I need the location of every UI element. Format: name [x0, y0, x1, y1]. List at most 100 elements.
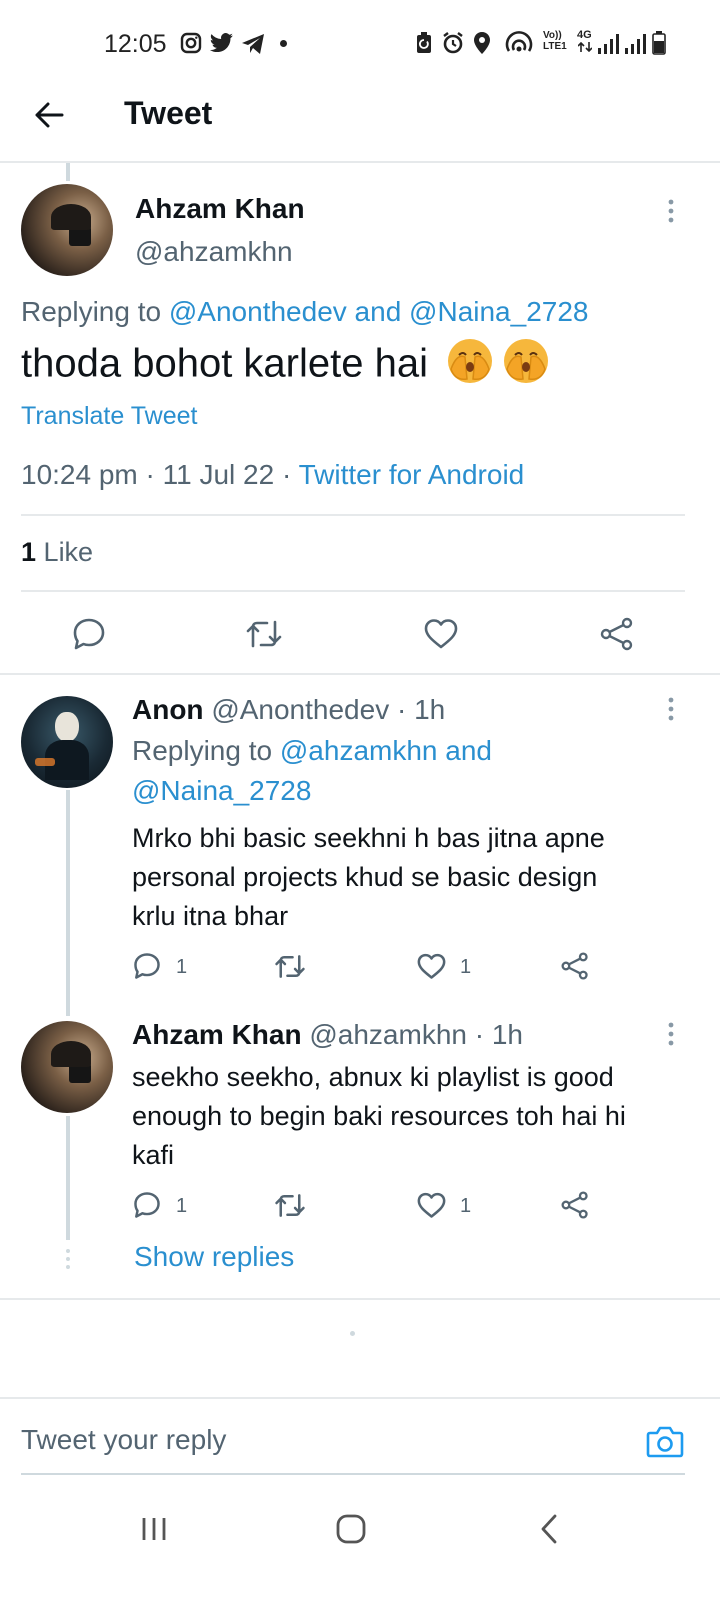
reply-count: 1 [176, 956, 188, 978]
data-arrows-icon [578, 42, 592, 52]
thread-dots-icon [63, 1248, 73, 1270]
author-handle[interactable]: @ahzamkhn [309, 1019, 467, 1050]
tweet-time: 10:24 pm [21, 459, 138, 490]
like-icon[interactable] [424, 618, 458, 650]
retweet-icon[interactable] [245, 618, 283, 650]
like-count: 1 [460, 1195, 472, 1217]
avatar[interactable] [21, 696, 113, 788]
avatar[interactable] [21, 1021, 113, 1113]
more-options-icon[interactable] [664, 1021, 678, 1047]
thread-divider [0, 1298, 720, 1300]
author-name[interactable]: Anon [132, 694, 204, 725]
hotspot-icon [505, 31, 533, 55]
battery-saver-icon [416, 32, 432, 54]
mention-link[interactable]: @Naina_2728 [132, 775, 311, 807]
mention-link[interactable]: @ahzamkhn and [280, 735, 492, 766]
like-icon[interactable] [417, 1192, 446, 1219]
page-title: Tweet [124, 95, 213, 131]
show-replies-link[interactable]: Show replies [134, 1241, 294, 1273]
actions-divider [0, 673, 720, 675]
reply-text-line: Mrko bhi basic seekhni h bas jitna apne [132, 823, 605, 853]
reply-text-line: kafi [132, 1140, 175, 1170]
reply-age: 1h [414, 694, 446, 725]
instagram-icon [180, 32, 202, 54]
telegram-icon [241, 33, 265, 55]
twitter-icon [209, 33, 234, 54]
tweet-text-body: thoda bohot karlete hai [21, 341, 428, 386]
meta-separator: · [145, 459, 163, 490]
reply-age: 1h [491, 1019, 524, 1050]
navigation-bar [0, 1490, 720, 1600]
reply-icon[interactable] [72, 617, 106, 651]
thread-line [66, 1116, 70, 1240]
tweet-meta: 10:24 pm · 11 Jul 22 · Twitter for Andro… [21, 459, 524, 491]
reply-count: 1 [176, 1195, 188, 1217]
network-type-label: 4G [577, 29, 592, 41]
tweet-date: 11 Jul 22 [162, 459, 275, 490]
reply-text-line: krlu itna bhar [132, 901, 289, 931]
alarm-icon [441, 31, 465, 55]
like-count: 1 [460, 956, 472, 978]
compose-top-divider [0, 1397, 720, 1399]
back-nav-icon[interactable] [538, 1513, 560, 1545]
like-icon[interactable] [417, 953, 446, 980]
notification-dot-icon [280, 40, 287, 47]
reply-header: Ahzam Khan @ahzamkhn · 1h [132, 1019, 523, 1051]
reply-text: Mrko bhi basic seekhni h bas jitna apne … [132, 819, 605, 936]
retweet-icon[interactable] [274, 953, 306, 980]
reply-text: seekho seekho, abnux ki playlist is good… [132, 1058, 626, 1175]
translate-tweet-link[interactable]: Translate Tweet [21, 402, 197, 431]
replying-to: Replying to @Anonthedev and @Naina_2728 [21, 296, 589, 328]
signal-strength-icon-2 [625, 32, 647, 54]
author-handle[interactable]: @Anonthedev [211, 694, 389, 725]
replying-prefix: Replying to [132, 735, 273, 766]
back-arrow-icon[interactable] [32, 98, 66, 132]
signal-strength-icon [598, 32, 620, 54]
author-name[interactable]: Ahzam Khan [132, 1019, 302, 1050]
retweet-icon[interactable] [274, 1192, 306, 1219]
recent-apps-icon[interactable] [140, 1516, 168, 1542]
reply-compose-placeholder: Tweet your reply [21, 1424, 227, 1455]
location-icon [473, 31, 491, 55]
header-divider [0, 161, 720, 163]
reply-icon[interactable] [133, 1191, 161, 1219]
reply-text-line: seekho seekho, abnux ki playlist is good [132, 1062, 614, 1092]
meta-divider [21, 514, 685, 516]
share-icon[interactable] [560, 952, 590, 980]
author-name[interactable]: Ahzam Khan [135, 193, 305, 225]
likes-count: 1 [21, 537, 37, 567]
meta-separator: · [396, 694, 407, 725]
tweet-source-link[interactable]: Twitter for Android [299, 459, 525, 490]
more-options-icon[interactable] [664, 198, 678, 224]
more-options-icon[interactable] [664, 696, 678, 722]
thread-line [66, 790, 70, 1016]
replying-prefix: Replying to [21, 296, 162, 327]
reply-header: Anon @Anonthedev · 1h [132, 694, 445, 726]
mention-link[interactable]: @Naina_2728 [409, 296, 588, 327]
share-icon[interactable] [560, 1191, 590, 1219]
status-bar: 12:05 Vo)) LTE1 4G [0, 0, 720, 80]
status-time: 12:05 [104, 30, 167, 58]
share-icon[interactable] [599, 617, 635, 651]
peeking-emoji [445, 337, 555, 395]
replying-to: Replying to @ahzamkhn and [132, 735, 492, 767]
meta-separator: · [281, 459, 299, 490]
likes-divider [21, 590, 685, 592]
mention-link[interactable]: @Anonthedev [169, 296, 347, 327]
loading-indicator [350, 1331, 355, 1336]
reply-text-line: enough to begin baki resources toh hai h… [132, 1101, 626, 1131]
replying-and: and [354, 296, 402, 327]
tweet-text: thoda bohot karlete hai [21, 337, 555, 395]
reply-text-line: personal projects khud se basic design [132, 862, 598, 892]
thread-line-top [66, 163, 70, 181]
volte-label: Vo)) LTE1 [543, 30, 567, 52]
reply-compose-input[interactable]: Tweet your reply [21, 1415, 621, 1465]
likes-row[interactable]: 1 Like [21, 537, 93, 568]
avatar[interactable] [21, 184, 113, 276]
reply-icon[interactable] [133, 952, 161, 980]
home-icon[interactable] [336, 1514, 366, 1544]
meta-separator: · [474, 1019, 485, 1050]
author-handle[interactable]: @ahzamkhn [135, 236, 293, 268]
likes-label: Like [43, 537, 94, 567]
camera-icon[interactable] [646, 1424, 684, 1458]
